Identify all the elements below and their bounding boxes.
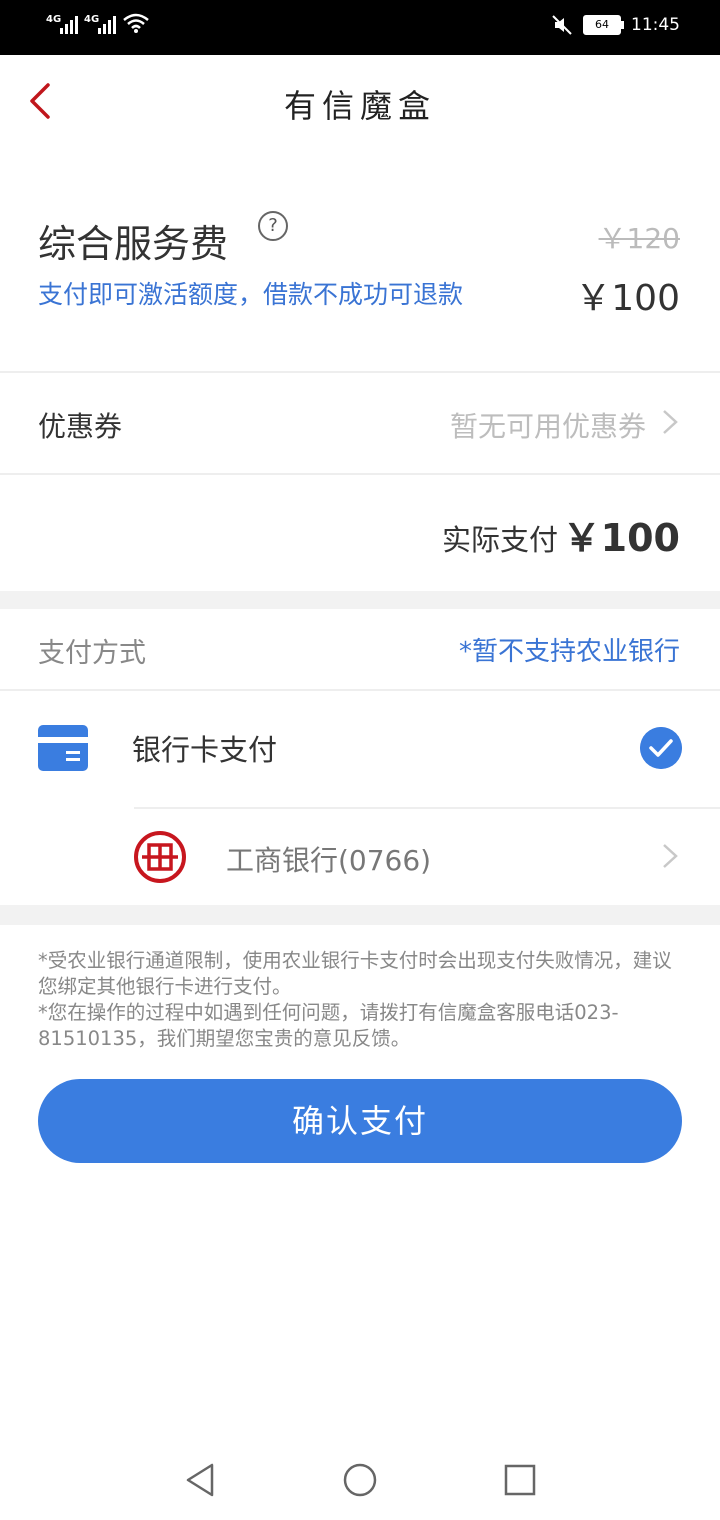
payment-notes: *受农业银行通道限制，使用农业银行卡支付时会出现支付失败情况，建议您绑定其他银行… [38,948,688,1052]
home-circle-icon[interactable] [340,1460,380,1500]
system-nav-bar [0,1440,720,1520]
signal-icon: 4G [84,14,116,34]
payment-method-header: 支付方式 *暂不支持农业银行 [0,609,720,691]
bank-card-payment-option[interactable]: 银行卡支付 [0,691,720,807]
signal-type-label: 4G [84,14,100,25]
battery-level: 64 [595,18,609,31]
actual-payment-row: 实际支付 ￥100 [0,475,720,591]
bank-name: 工商银行(0766) [226,844,432,877]
coupon-label: 优惠券 [38,410,123,443]
bank-card-icon [38,725,88,771]
signal-icon: 4G [46,14,78,34]
note-text: *您在操作的过程中如遇到任何问题，请拨打有信魔盒客服电话023-81510135… [38,1001,619,1050]
status-right: 64 11:45 [551,14,680,36]
status-time: 11:45 [631,15,680,35]
bank-card-payment-label: 银行卡支付 [132,733,278,767]
note-text: *受农业银行通道限制，使用农业银行卡支付时会出现支付失败情况，建议您绑定其他银行… [38,949,672,998]
battery-icon: 64 [583,15,624,35]
status-bar: 4G 4G 64 11:45 [0,0,720,55]
service-fee-section: 综合服务费 ? 支付即可激活额度，借款不成功可退款 ￥120 ￥100 [0,155,720,373]
discount-price: ￥100 [575,278,680,319]
service-fee-title: 综合服务费 [38,222,229,266]
payment-notice: *暂不支持农业银行 [458,637,680,667]
coupon-row[interactable]: 优惠券 暂无可用优惠券 [0,373,720,475]
selected-bank-row[interactable]: 工商银行(0766) [134,807,720,907]
signal-type-label: 4G [46,14,62,25]
page-title: 有信魔盒 [283,87,436,125]
actual-payment-label: 实际支付 [441,523,558,557]
help-icon[interactable]: ? [258,211,288,241]
payment-method-label: 支付方式 [38,638,146,669]
checkmark-icon[interactable] [640,727,682,769]
section-divider [0,591,720,609]
confirm-payment-button[interactable]: 确认支付 [38,1079,682,1163]
icbc-logo-icon [134,831,186,883]
chevron-right-icon [663,410,678,434]
nav-bar: 有信魔盒 [0,55,720,155]
section-divider [0,905,720,925]
back-triangle-icon[interactable] [180,1460,220,1500]
mute-icon [552,15,572,35]
coupon-value: 暂无可用优惠券 [449,410,646,443]
recents-square-icon[interactable] [500,1460,540,1500]
chevron-right-icon [663,844,678,868]
actual-payment-value: ￥100 [562,516,680,560]
service-fee-subtitle: 支付即可激活额度，借款不成功可退款 [38,280,464,309]
original-price: ￥120 [598,222,680,255]
status-left: 4G 4G [46,12,150,34]
wifi-icon [123,13,149,33]
